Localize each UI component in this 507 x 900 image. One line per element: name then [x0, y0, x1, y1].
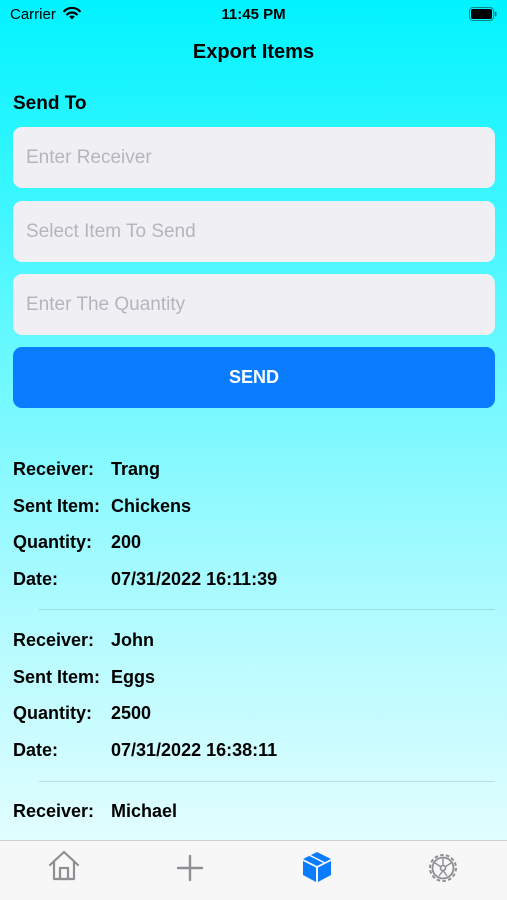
cube-icon — [303, 852, 331, 882]
house-icon — [48, 850, 80, 881]
sent-item-label: Sent Item: — [13, 666, 101, 687]
tab-bar — [0, 840, 507, 900]
receiver-value: Trang — [111, 459, 161, 479]
receiver-value: Michael — [111, 801, 178, 821]
list-item: Receiver: John Sent Item: Eggs Quantity:… — [13, 630, 495, 777]
list-item: Receiver: Trang Sent Item: Chickens Quan… — [13, 459, 495, 606]
status-bar: Carrier 11:45 PM — [0, 0, 507, 30]
sent-item-value: Chickens — [111, 495, 192, 516]
receiver-label: Receiver: — [13, 459, 95, 479]
receiver-label: Receiver: — [13, 630, 95, 650]
quantity-label: Quantity: — [13, 532, 92, 553]
quantity-value: 2500 — [111, 703, 152, 724]
date-label: Date: — [13, 740, 59, 761]
quantity-value: 200 — [111, 532, 142, 553]
row-divider — [39, 781, 495, 782]
date-value: 07/31/2022 16:11:39 — [111, 569, 278, 590]
battery-icon — [469, 7, 497, 25]
quantity-label: Quantity: — [13, 703, 92, 724]
quantity-input[interactable]: Enter The Quantity — [13, 274, 495, 335]
date-label: Date: — [13, 569, 59, 590]
gear-icon — [429, 854, 457, 882]
tab-add[interactable] — [170, 846, 210, 886]
date-value: 07/31/2022 16:38:11 — [111, 740, 278, 761]
receiver-label: Receiver: — [13, 801, 95, 821]
tab-settings[interactable] — [423, 846, 463, 886]
page-title: Export Items — [192, 41, 315, 63]
item-select-field[interactable]: Select Item To Send — [13, 201, 495, 262]
list-item: Receiver: Michael — [13, 801, 495, 838]
sent-item-label: Sent Item: — [13, 495, 101, 516]
plus-icon — [176, 854, 204, 882]
sent-item-value: Eggs — [111, 666, 156, 687]
tab-home[interactable] — [44, 846, 84, 886]
clock-time: 11:45 PM — [221, 6, 286, 23]
send-to-heading: Send To — [13, 93, 87, 114]
row-divider — [39, 609, 495, 610]
tab-export[interactable] — [297, 846, 337, 886]
receiver-value: John — [111, 630, 154, 650]
receiver-input[interactable]: Enter Receiver — [13, 127, 495, 188]
send-button[interactable]: SEND — [13, 347, 495, 408]
